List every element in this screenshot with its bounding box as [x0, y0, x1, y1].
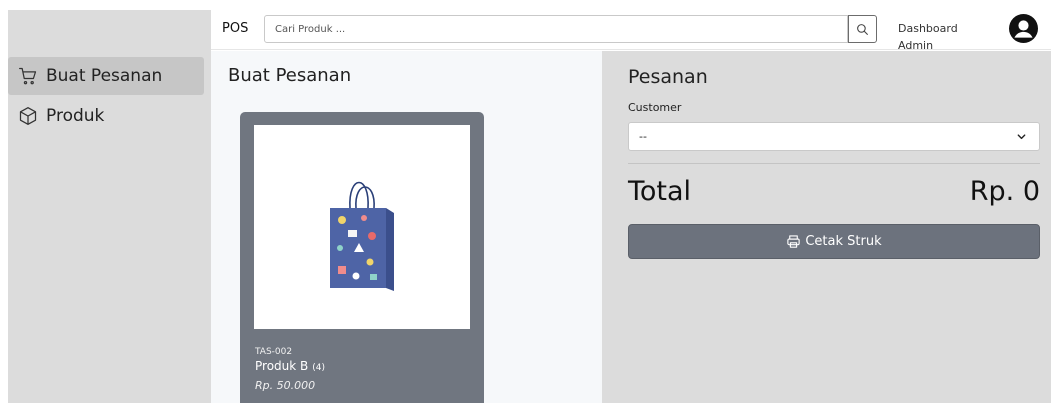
print-receipt-button[interactable]: Cetak Struk [628, 224, 1040, 259]
box-icon [18, 106, 38, 126]
brand-title[interactable]: POS [222, 21, 248, 36]
print-receipt-label: Cetak Struk [805, 234, 882, 249]
sidebar-item-label: Produk [46, 106, 105, 126]
sidebar-item-produk[interactable]: Produk [8, 97, 204, 135]
sidebar: Buat Pesanan Produk [8, 10, 211, 403]
dashboard-link[interactable]: Dashboard [898, 20, 958, 37]
product-stock: (4) [312, 363, 326, 373]
order-title: Pesanan [628, 66, 708, 88]
product-sku: TAS-002 [255, 347, 293, 357]
order-panel: Pesanan Customer -- Total Rp. 0 Cetak St… [602, 51, 1051, 403]
page-title: Buat Pesanan [228, 65, 352, 86]
product-panel: Buat Pesanan TAS-002 Produk B (4) Rp. 50… [211, 51, 602, 403]
customer-select[interactable]: -- [628, 122, 1040, 151]
product-name: Produk B [255, 359, 309, 373]
product-card[interactable]: TAS-002 Produk B (4) Rp. 50.000 [240, 112, 484, 403]
search-input[interactable] [264, 15, 848, 43]
product-image [254, 125, 470, 329]
product-name-line: Produk B (4) [255, 359, 325, 373]
sidebar-item-buat-pesanan[interactable]: Buat Pesanan [8, 57, 204, 95]
customer-label: Customer [628, 101, 682, 114]
total-value: Rp. 0 [969, 176, 1040, 207]
user-icon [1009, 14, 1038, 43]
search-button[interactable] [848, 15, 877, 43]
user-menu[interactable]: Dashboard Admin [898, 20, 958, 54]
total-label: Total [628, 176, 692, 207]
sidebar-item-label: Buat Pesanan [46, 66, 163, 86]
top-navbar: POS Dashboard Admin [211, 10, 1051, 52]
shopping-bag-image [330, 181, 394, 291]
customer-select-value: -- [639, 130, 647, 143]
search-icon [857, 23, 868, 35]
divider [628, 163, 1040, 164]
printer-icon [787, 235, 801, 248]
chevron-down-icon [1017, 134, 1026, 140]
cart-icon [18, 66, 38, 86]
avatar[interactable] [1009, 14, 1038, 43]
product-price: Rp. 50.000 [255, 379, 316, 392]
